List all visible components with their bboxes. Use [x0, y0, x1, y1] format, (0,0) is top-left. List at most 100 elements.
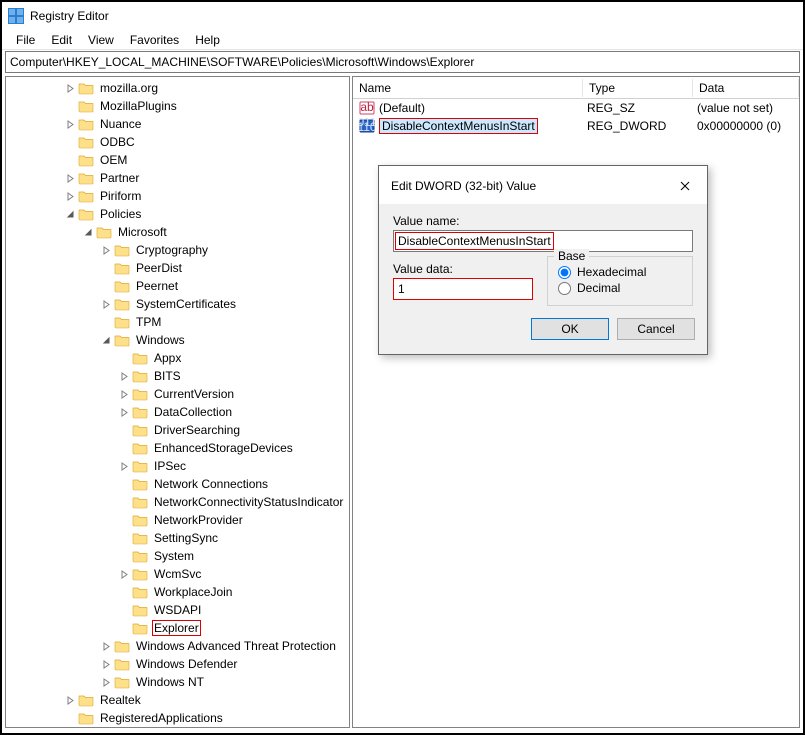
radio-hex-input[interactable]: [558, 266, 571, 279]
collapse-icon[interactable]: [62, 206, 78, 222]
tree-item[interactable]: Explorer: [6, 619, 349, 637]
tree-item-label: EnhancedStorageDevices: [152, 441, 295, 455]
menubar: File Edit View Favorites Help: [2, 30, 803, 50]
expand-icon[interactable]: [62, 692, 78, 708]
tree-item[interactable]: DataCollection: [6, 403, 349, 421]
tree-item[interactable]: ODBC: [6, 133, 349, 151]
expand-icon[interactable]: [116, 458, 132, 474]
tree-item[interactable]: WcmSvc: [6, 565, 349, 583]
dialog-titlebar[interactable]: Edit DWORD (32-bit) Value: [379, 166, 707, 204]
expand-icon[interactable]: [98, 674, 114, 690]
tree-item[interactable]: RegisteredApplications: [6, 709, 349, 727]
tree-item[interactable]: TPM: [6, 313, 349, 331]
tree-item[interactable]: Windows Defender: [6, 655, 349, 673]
expand-icon[interactable]: [62, 80, 78, 96]
tree-item[interactable]: WSDAPI: [6, 601, 349, 619]
tree-item[interactable]: NetworkConnectivityStatusIndicator: [6, 493, 349, 511]
folder-icon: [78, 153, 94, 167]
expand-icon[interactable]: [116, 566, 132, 582]
tree-item[interactable]: NetworkProvider: [6, 511, 349, 529]
tree-item[interactable]: PeerDist: [6, 259, 349, 277]
tree-item[interactable]: EnhancedStorageDevices: [6, 439, 349, 457]
expand-icon[interactable]: [98, 296, 114, 312]
col-data[interactable]: Data: [693, 79, 799, 97]
tree-item[interactable]: Partner: [6, 169, 349, 187]
tree-item-label: mozilla.org: [98, 81, 160, 95]
tree-item[interactable]: IPSec: [6, 457, 349, 475]
radio-dec[interactable]: Decimal: [558, 281, 682, 295]
col-type[interactable]: Type: [583, 79, 693, 97]
folder-icon: [114, 297, 130, 311]
expand-icon[interactable]: [116, 386, 132, 402]
tree-item-label: SettingSync: [152, 531, 220, 545]
tree-item-label: Partner: [98, 171, 141, 185]
tree-item-label: IPSec: [152, 459, 188, 473]
values-panel: Name Type Data (Default)REG_SZ(value not…: [352, 76, 800, 728]
address-text: Computer\HKEY_LOCAL_MACHINE\SOFTWARE\Pol…: [10, 55, 474, 69]
folder-icon: [132, 621, 148, 635]
tree-item[interactable]: Nuance: [6, 115, 349, 133]
window-title: Registry Editor: [30, 9, 109, 23]
menu-favorites[interactable]: Favorites: [122, 31, 187, 49]
tree-item[interactable]: Policies: [6, 205, 349, 223]
tree-item[interactable]: Realtek: [6, 691, 349, 709]
tree-item-label: OEM: [98, 153, 129, 167]
tree-item[interactable]: DriverSearching: [6, 421, 349, 439]
expand-icon[interactable]: [116, 404, 132, 420]
tree-item-label: WcmSvc: [152, 567, 203, 581]
tree-item[interactable]: SystemCertificates: [6, 295, 349, 313]
tree-item[interactable]: MozillaPlugins: [6, 97, 349, 115]
menu-file[interactable]: File: [8, 31, 43, 49]
value-row[interactable]: DisableContextMenusInStartREG_DWORD0x000…: [353, 117, 799, 135]
expand-icon[interactable]: [62, 188, 78, 204]
tree-item[interactable]: BITS: [6, 367, 349, 385]
base-group: Base Hexadecimal Decimal: [547, 256, 693, 306]
value-name-label: Value name:: [393, 214, 693, 228]
address-bar[interactable]: Computer\HKEY_LOCAL_MACHINE\SOFTWARE\Pol…: [5, 51, 800, 73]
menu-view[interactable]: View: [80, 31, 122, 49]
cancel-button[interactable]: Cancel: [617, 318, 695, 340]
menu-edit[interactable]: Edit: [43, 31, 80, 49]
collapse-icon[interactable]: [98, 332, 114, 348]
value-data-input[interactable]: [393, 278, 533, 300]
tree-item[interactable]: Windows NT: [6, 673, 349, 691]
tree-view[interactable]: mozilla.org MozillaPluginsNuance ODBC OEM Pa…: [6, 77, 349, 728]
tree-item-label: Windows NT: [134, 675, 206, 689]
expand-icon[interactable]: [62, 170, 78, 186]
expand-icon[interactable]: [98, 638, 114, 654]
collapse-icon[interactable]: [80, 224, 96, 240]
ok-button[interactable]: OK: [531, 318, 609, 340]
folder-icon: [78, 99, 94, 113]
expand-icon[interactable]: [98, 656, 114, 672]
expand-icon[interactable]: [62, 116, 78, 132]
tree-item-label: SystemCertificates: [134, 297, 238, 311]
tree-item[interactable]: Appx: [6, 349, 349, 367]
tree-item[interactable]: Peernet: [6, 277, 349, 295]
edit-dword-dialog: Edit DWORD (32-bit) Value Value name: Va…: [378, 165, 708, 355]
col-name[interactable]: Name: [353, 79, 583, 97]
close-icon[interactable]: [673, 174, 697, 198]
tree-item[interactable]: Windows Advanced Threat Protection: [6, 637, 349, 655]
tree-item[interactable]: SRS Labs: [6, 727, 349, 728]
tree-item[interactable]: Microsoft: [6, 223, 349, 241]
tree-item[interactable]: OEM: [6, 151, 349, 169]
tree-item[interactable]: Network Connections: [6, 475, 349, 493]
value-name-input[interactable]: [393, 230, 693, 252]
tree-item[interactable]: System: [6, 547, 349, 565]
tree-item[interactable]: mozilla.org: [6, 79, 349, 97]
tree-item[interactable]: Cryptography: [6, 241, 349, 259]
tree-item[interactable]: Windows: [6, 331, 349, 349]
tree-item[interactable]: CurrentVersion: [6, 385, 349, 403]
menu-help[interactable]: Help: [187, 31, 228, 49]
value-row[interactable]: (Default)REG_SZ(value not set): [353, 99, 799, 117]
expand-icon[interactable]: [98, 242, 114, 258]
radio-dec-input[interactable]: [558, 282, 571, 295]
radio-hex[interactable]: Hexadecimal: [558, 265, 682, 279]
expand-icon[interactable]: [116, 368, 132, 384]
tree-item[interactable]: WorkplaceJoin: [6, 583, 349, 601]
tree-item[interactable]: SettingSync: [6, 529, 349, 547]
values-list[interactable]: (Default)REG_SZ(value not set)DisableCon…: [353, 99, 799, 135]
folder-icon: [132, 351, 148, 365]
tree-item[interactable]: Piriform: [6, 187, 349, 205]
tree-item-label: ODBC: [98, 135, 137, 149]
